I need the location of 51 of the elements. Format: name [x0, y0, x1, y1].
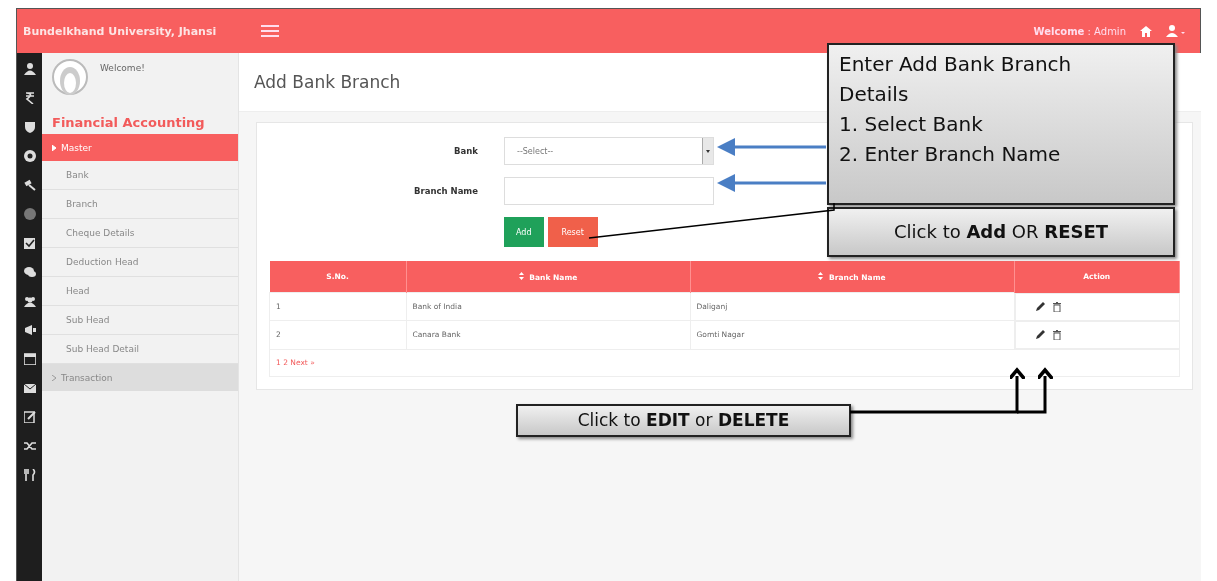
avatar-icon [52, 59, 88, 95]
envelope-icon[interactable] [23, 382, 36, 394]
page-title: Add Bank Branch [254, 72, 401, 92]
megaphone-icon[interactable] [23, 324, 36, 336]
shield-icon[interactable] [23, 121, 36, 133]
coin-icon[interactable] [23, 150, 36, 162]
branch-name-field[interactable] [504, 177, 714, 205]
shuffle-icon[interactable] [23, 440, 36, 452]
calendar-icon[interactable] [23, 353, 36, 365]
trash-icon[interactable] [1052, 329, 1061, 340]
user-icon[interactable] [23, 63, 36, 75]
edit-icon[interactable] [23, 411, 36, 423]
bank-select[interactable]: --Select-- [504, 137, 714, 165]
menu-item[interactable]: Transaction [42, 364, 238, 391]
circle-icon[interactable] [23, 208, 36, 220]
home-icon[interactable] [1140, 25, 1152, 37]
callout-text: Click to Add OR RESET [827, 207, 1175, 257]
currency-icon[interactable] [23, 92, 36, 104]
submenu-item[interactable]: Bank [42, 161, 238, 190]
submenu-item[interactable]: Branch [42, 190, 238, 219]
trash-icon[interactable] [1052, 301, 1061, 312]
field-label: Branch Name [413, 186, 479, 196]
chat-icon[interactable] [23, 266, 36, 278]
callout-text: 1. Select Bank [839, 111, 984, 138]
callout-text: Enter Add Bank Branch Details [839, 51, 1073, 108]
pencil-icon[interactable] [1035, 330, 1045, 339]
dropdown-arrow-icon [706, 149, 710, 153]
group-icon[interactable] [23, 295, 36, 307]
callout-text: 2. Enter Branch Name [839, 141, 1062, 168]
submenu-item[interactable]: Deduction Head [42, 248, 238, 277]
check-icon[interactable] [23, 237, 36, 249]
callout-text: Click to EDIT or DELETE [516, 404, 851, 437]
submenu-item[interactable]: Head [42, 277, 238, 306]
chevron-icon [52, 374, 56, 381]
user-menu-icon[interactable] [1166, 25, 1186, 37]
welcome-text: Welcome! [100, 63, 145, 73]
welcome-text: Welcome : Admin [1033, 25, 1126, 37]
sort-icon[interactable] [818, 271, 824, 280]
menu-item[interactable]: Master [42, 134, 238, 161]
chevron-icon [52, 144, 56, 151]
submenu-item[interactable]: Sub Head [42, 306, 238, 335]
cutlery-icon[interactable] [23, 469, 36, 481]
field-label: Bank [453, 146, 479, 156]
reset-button[interactable]: Reset [547, 217, 598, 247]
sort-icon[interactable] [518, 271, 524, 280]
gavel-icon[interactable] [23, 179, 36, 191]
add-button[interactable]: Add [504, 217, 544, 247]
pencil-icon[interactable] [1035, 302, 1045, 311]
submenu-item[interactable]: Cheque Details [42, 219, 238, 248]
app-title: Bundelkhand University, Jhansi [23, 24, 217, 38]
module-title: Financial Accounting [51, 114, 206, 132]
